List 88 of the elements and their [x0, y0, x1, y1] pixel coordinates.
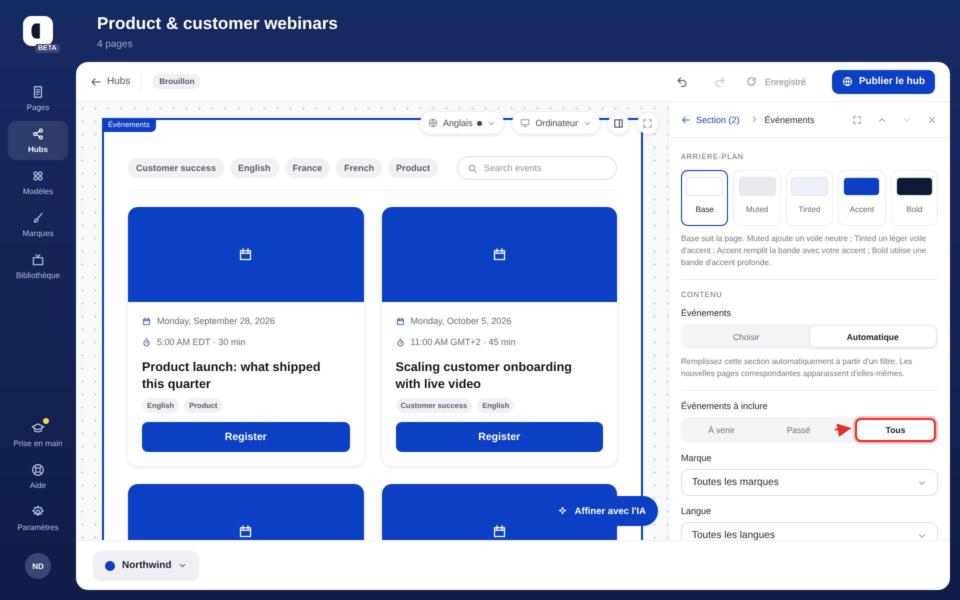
field-label: Langue: [681, 506, 712, 516]
event-title: Product launch: what shipped this quarter: [142, 359, 322, 393]
sidebar-item[interactable]: Aide: [8, 457, 68, 496]
close-icon: [927, 114, 937, 124]
breadcrumb-current: Événements: [764, 114, 815, 124]
app-logo: [23, 16, 53, 46]
calendar-icon: [142, 316, 151, 326]
background-option[interactable]: Tinted: [786, 170, 834, 226]
sidebar-item[interactable]: Bibliothèque: [8, 247, 68, 286]
calendar-icon: [238, 247, 254, 262]
calendar-icon: [492, 524, 507, 539]
chevron-down-icon: [178, 561, 188, 570]
page-count: 4 pages: [97, 39, 134, 50]
sparkle-icon: [556, 506, 568, 516]
annotation-arrow: [835, 423, 853, 438]
help-text: Base suit la page. Muted ajoute un voile neutre ; Tinted un léger voile d'accent ; Accent remplit la bande avec votre accent ; Bold utilise une bande d'accent profonde.: [681, 233, 928, 269]
brand-select[interactable]: Toutes les marques: [681, 469, 938, 496]
language-select[interactable]: Toutes les langues: [681, 522, 938, 540]
background-option[interactable]: Muted: [733, 170, 781, 226]
brand-switcher[interactable]: Northwind: [93, 550, 200, 580]
sidebar-item[interactable]: Prise en main: [8, 415, 68, 454]
timer-icon: [142, 338, 151, 346]
background-option[interactable]: Bold: [890, 170, 938, 226]
event-date: Monday, October 5, 2026: [410, 316, 512, 326]
publish-button[interactable]: Publier le hub: [832, 70, 935, 94]
filter-chip[interactable]: English: [230, 158, 279, 178]
calendar-icon: [492, 247, 507, 262]
field-label: Événements: [681, 308, 732, 318]
search-icon: [467, 162, 478, 174]
calendar-icon: [396, 316, 404, 326]
search-field[interactable]: Search events: [457, 156, 617, 180]
expand-icon: [642, 118, 653, 128]
search-input[interactable]: Search events: [484, 158, 607, 178]
field-label: Événements à inclure: [681, 401, 769, 411]
settings-icon: [31, 505, 45, 519]
sidebar-item[interactable]: Hubs: [8, 121, 68, 160]
refresh-icon: [746, 76, 757, 87]
expand-icon: [852, 114, 862, 124]
back-link[interactable]: Section (2): [681, 114, 740, 124]
register-button[interactable]: Register: [142, 422, 350, 452]
event-title: Scaling customer onboarding with live video: [396, 359, 573, 393]
filter-chip[interactable]: Customer success: [128, 158, 224, 178]
filter-chip[interactable]: French: [336, 158, 382, 178]
segment-option[interactable]: Automatique: [810, 326, 936, 347]
background-option[interactable]: Accent: [838, 170, 886, 226]
split-view-button[interactable]: [608, 112, 629, 134]
language-dropdown[interactable]: Anglais: [420, 112, 504, 134]
segment-option[interactable]: Choisir: [683, 326, 810, 347]
field-label: Marque: [681, 453, 713, 463]
sidebar-item[interactable]: Paramètres: [8, 499, 68, 538]
sidebar-item[interactable]: Modèles: [8, 163, 68, 202]
share-icon: [31, 127, 45, 141]
event-date: Monday, September 28, 2026: [157, 316, 275, 326]
globe-icon: [428, 118, 438, 128]
sidebar-item[interactable]: Marques: [8, 205, 68, 244]
background-option[interactable]: Base: [681, 170, 728, 226]
help-text: Remplissez cette section automatiquement à partir d'un filtre. Les nouvelles pages correspondantes apparaissent d'elles-mêmes.: [681, 356, 914, 380]
filter-chip[interactable]: France: [284, 158, 330, 178]
register-button[interactable]: Register: [396, 422, 603, 452]
graduation-cap-icon: [31, 421, 45, 435]
event-time: 11:00 AM GMT+2 · 45 min: [410, 337, 516, 347]
device-dropdown[interactable]: Ordinateur: [512, 112, 600, 134]
avatar[interactable]: ND: [25, 553, 51, 579]
brush-icon: [31, 211, 45, 225]
filter-chip[interactable]: Product: [388, 158, 438, 178]
arrow-left-icon: [90, 76, 102, 88]
back-link[interactable]: Hubs: [90, 76, 130, 88]
sidebar-item[interactable]: Pages: [8, 79, 68, 118]
arrow-left-icon: [681, 114, 691, 124]
segment-option[interactable]: À venir: [683, 419, 760, 440]
calendar-icon: [238, 524, 254, 539]
segment-option[interactable]: Passé: [760, 419, 837, 440]
grid-icon: [31, 169, 45, 183]
lifebuoy-icon: [31, 463, 45, 477]
undo-icon: [676, 76, 688, 88]
tv-icon: [31, 253, 45, 267]
fullscreen-button[interactable]: [637, 112, 658, 134]
globe-icon: [842, 76, 853, 87]
page-icon: [31, 85, 45, 99]
status-badge: Brouillon: [153, 74, 200, 89]
event-time: 5:00 AM EDT · 30 min: [157, 337, 246, 347]
save-status: Enregistré: [764, 76, 806, 86]
redo-icon: [714, 76, 726, 88]
segment-option[interactable]: Tous: [855, 418, 936, 442]
timer-icon: [396, 338, 404, 346]
page-title: Product & customer webinars: [97, 14, 339, 34]
panel-icon: [613, 118, 624, 128]
monitor-icon: [520, 118, 530, 128]
